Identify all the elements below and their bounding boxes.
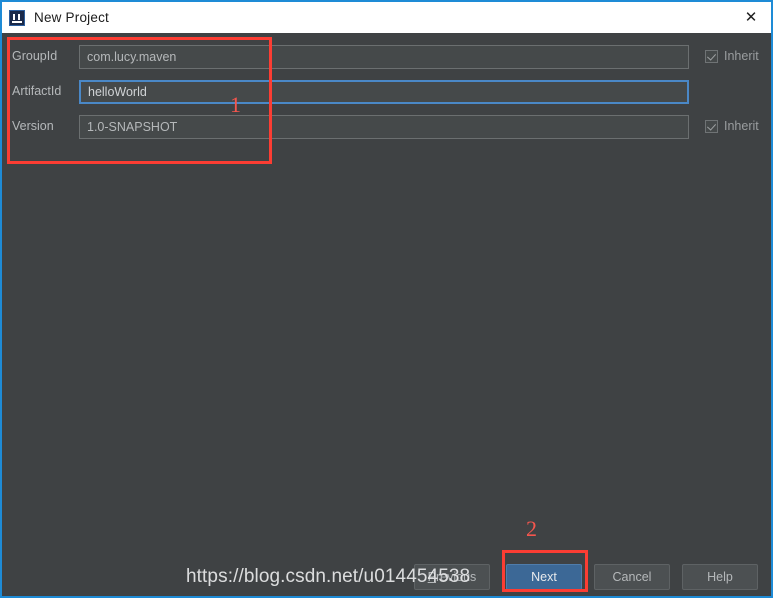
version-input[interactable]	[79, 115, 689, 139]
groupid-label: GroupId	[12, 49, 58, 63]
form-row-artifactid: ArtifactId	[2, 80, 771, 106]
form-row-groupid: GroupId Inherit	[2, 45, 771, 71]
groupid-inherit-label: Inherit	[724, 49, 759, 63]
artifactid-input[interactable]	[79, 80, 689, 104]
next-button[interactable]: Next	[506, 564, 582, 590]
window-title: New Project	[34, 10, 109, 25]
intellij-idea-icon	[9, 9, 25, 26]
version-label: Version	[12, 119, 54, 133]
version-inherit-group[interactable]: Inherit	[705, 119, 759, 133]
cancel-button[interactable]: Cancel	[594, 564, 670, 590]
groupid-inherit-checkbox[interactable]	[705, 49, 718, 63]
title-bar: New Project ✕	[2, 2, 771, 33]
help-button[interactable]: Help	[682, 564, 758, 590]
version-inherit-checkbox[interactable]	[705, 119, 718, 133]
previous-button[interactable]: Previous	[414, 564, 490, 590]
artifactid-label: ArtifactId	[12, 84, 62, 98]
form-row-version: Version Inherit	[2, 115, 771, 141]
version-inherit-label: Inherit	[724, 119, 759, 133]
previous-button-mnemonic: P	[427, 570, 437, 584]
dialog-body: GroupId Inherit ArtifactId Version Inher…	[2, 33, 771, 596]
groupid-input[interactable]	[79, 45, 689, 69]
groupid-inherit-group[interactable]: Inherit	[705, 49, 759, 63]
new-project-dialog-window: New Project ✕ GroupId Inherit ArtifactId…	[0, 0, 773, 598]
previous-button-label: revious	[436, 570, 477, 584]
close-icon[interactable]: ✕	[741, 9, 761, 27]
